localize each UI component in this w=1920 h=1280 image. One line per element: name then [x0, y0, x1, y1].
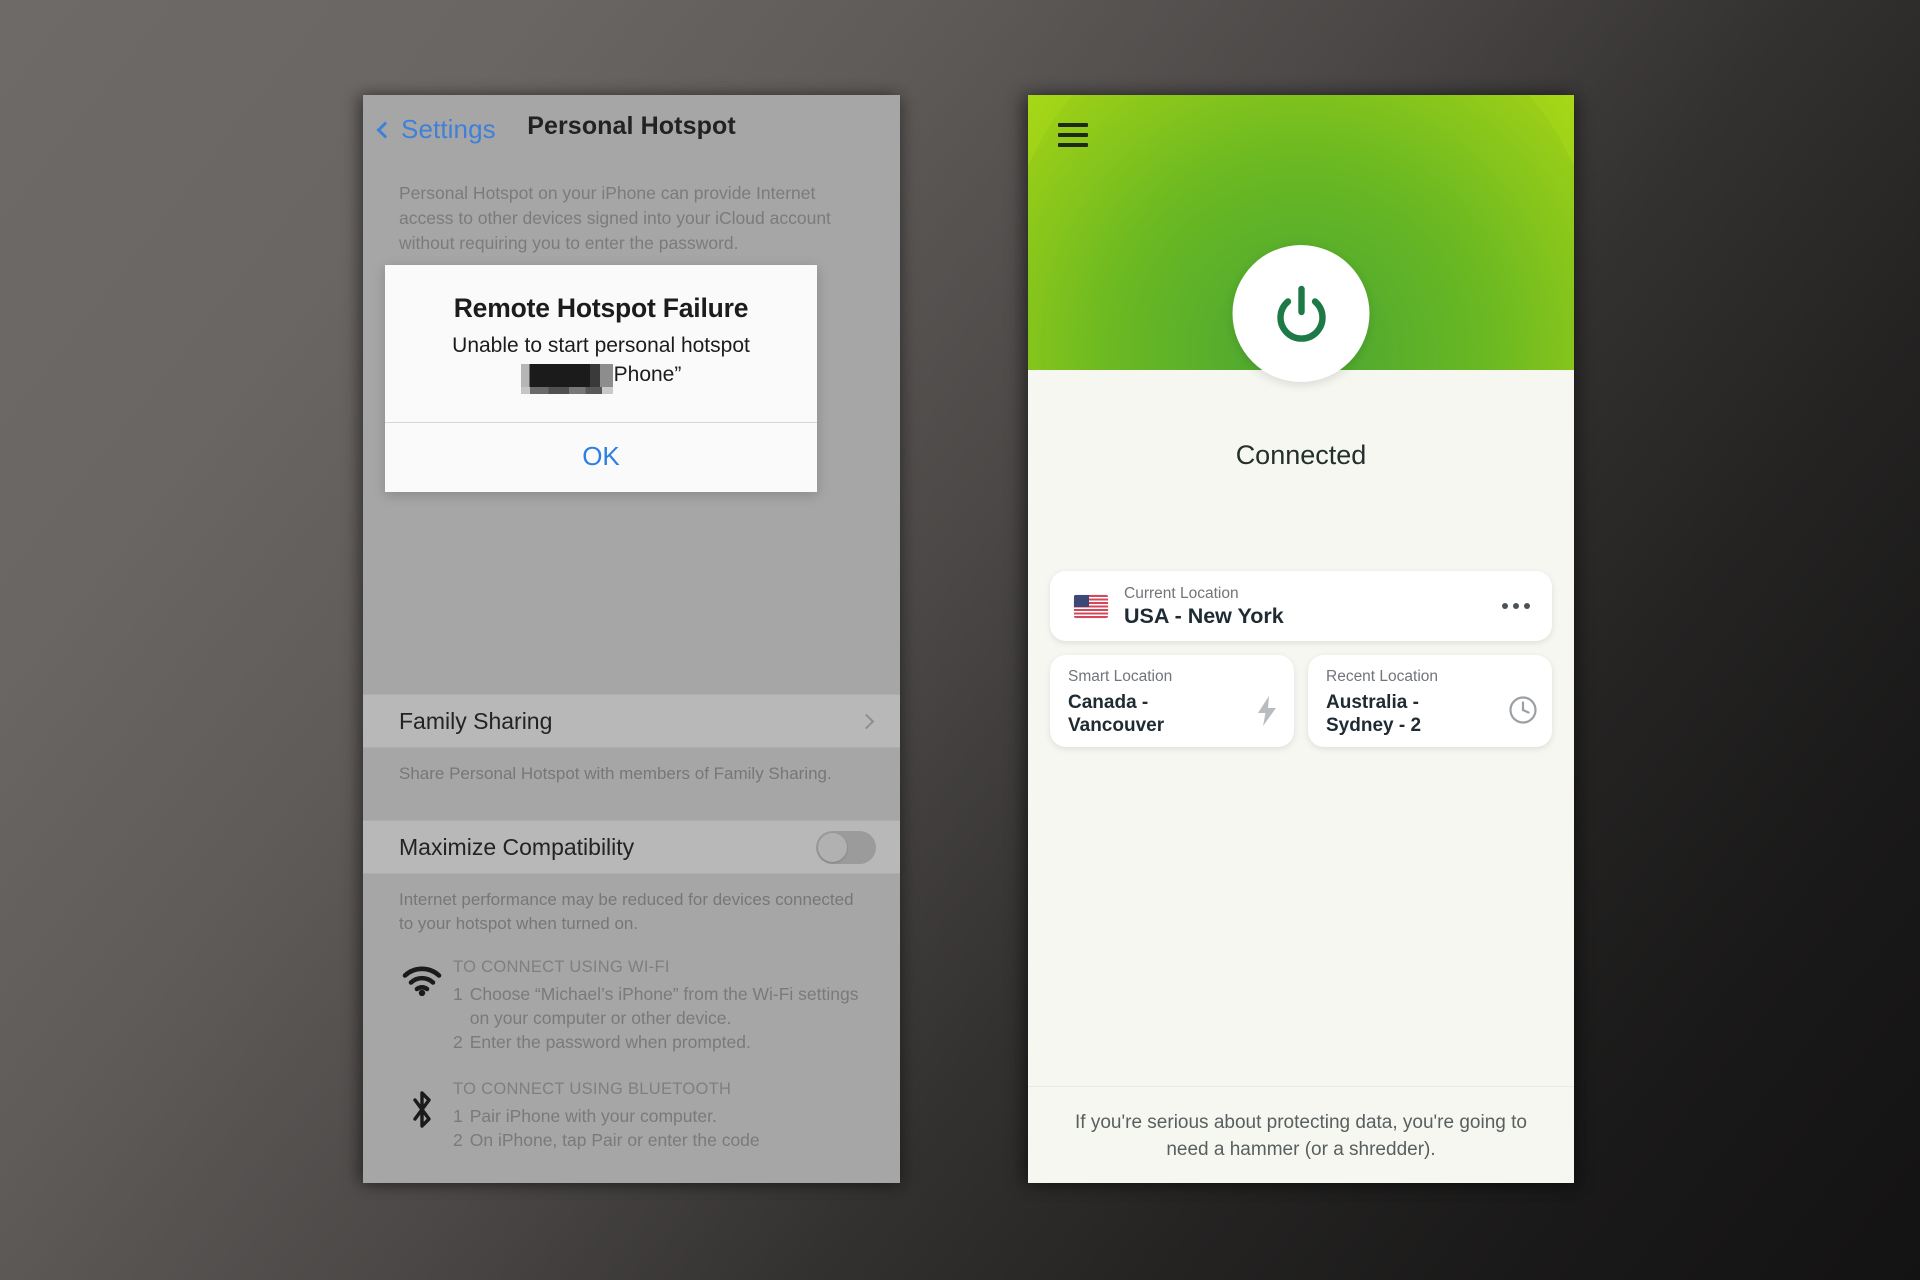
- wifi-step: 2 Enter the password when prompted.: [453, 1030, 872, 1054]
- wifi-instructions-block: TO CONNECT USING WI-FI 1 Choose “Michael…: [363, 958, 900, 1054]
- power-button-icon: [1276, 285, 1326, 342]
- bluetooth-step-text: Pair iPhone with your computer.: [469, 1106, 717, 1126]
- page-title: Personal Hotspot: [527, 112, 736, 140]
- bluetooth-instructions-text: TO CONNECT USING BLUETOOTH 1 Pair iPhone…: [453, 1080, 872, 1152]
- hamburger-menu-icon[interactable]: [1058, 123, 1088, 147]
- bluetooth-instructions-block: TO CONNECT USING BLUETOOTH 1 Pair iPhone…: [363, 1080, 900, 1152]
- vpn-connection-status: Connected: [1235, 440, 1367, 470]
- redacted-device-name: [520, 364, 613, 394]
- wifi-icon: [391, 958, 453, 1054]
- flag-canton: [1074, 594, 1089, 607]
- maximize-compatibility-row[interactable]: Maximize Compatibility: [363, 820, 900, 874]
- alert-body: Remote Hotspot Failure Unable to start p…: [385, 265, 817, 422]
- recent-location-texts: Recent Location Australia - Sydney - 2: [1326, 667, 1451, 737]
- remote-hotspot-failure-alert: Remote Hotspot Failure Unable to start p…: [385, 265, 817, 492]
- vpn-footer-tip: If you're serious about protecting data,…: [1028, 1086, 1574, 1183]
- wifi-step: 1 Choose “Michael’s iPhone” from the Wi-…: [453, 982, 872, 1030]
- maximize-compatibility-section: Maximize Compatibility Internet performa…: [363, 820, 900, 936]
- current-location-texts: Current Location USA - New York: [1124, 584, 1486, 629]
- family-sharing-label: Family Sharing: [399, 707, 553, 734]
- vpn-power-button[interactable]: [1232, 245, 1370, 382]
- current-location-card[interactable]: Current Location USA - New York: [1050, 571, 1552, 641]
- recent-location-label: Recent Location: [1326, 668, 1439, 685]
- bluetooth-step-number: 1: [453, 1106, 463, 1126]
- hamburger-line: [1058, 123, 1088, 127]
- chevron-right-icon: [858, 713, 875, 729]
- clock-icon: [1508, 695, 1538, 730]
- dot: [1513, 603, 1519, 609]
- alert-message-line-2: Phone”: [401, 361, 801, 394]
- maximize-compatibility-footnote: Internet performance may be reduced for …: [399, 890, 854, 933]
- bluetooth-icon: [391, 1080, 453, 1152]
- wifi-step-text: Enter the password when prompted.: [469, 1032, 751, 1052]
- smart-location-value: Canada - Vancouver: [1068, 692, 1165, 736]
- location-shortcut-row: Smart Location Canada - Vancouver Recent…: [1050, 655, 1552, 747]
- dot: [1524, 603, 1530, 609]
- ios-navigation-bar: Settings Personal Hotspot: [363, 95, 900, 163]
- vpn-app-panel: Connected Current Location USA - New Yor…: [1028, 95, 1574, 1183]
- hamburger-line: [1058, 133, 1088, 137]
- bluetooth-step-text: On iPhone, tap Pair or enter the code: [469, 1130, 760, 1150]
- wifi-step-number: 1: [453, 984, 463, 1004]
- smart-location-label: Smart Location: [1068, 668, 1173, 685]
- alert-title: Remote Hotspot Failure: [453, 293, 749, 323]
- vpn-location-cards: Current Location USA - New York Smart Lo…: [1028, 571, 1574, 747]
- bluetooth-heading: TO CONNECT USING BLUETOOTH: [453, 1080, 732, 1098]
- family-sharing-section: Family Sharing Share Personal Hotspot wi…: [363, 694, 900, 786]
- bluetooth-step-number: 2: [453, 1130, 463, 1150]
- alert-message-line-1: Unable to start personal hotspot: [452, 334, 750, 357]
- family-sharing-row[interactable]: Family Sharing: [363, 694, 900, 748]
- wifi-step-number: 2: [453, 1032, 463, 1052]
- smart-location-card[interactable]: Smart Location Canada - Vancouver: [1050, 655, 1294, 747]
- smart-location-texts: Smart Location Canada - Vancouver: [1068, 667, 1188, 737]
- maximize-compatibility-label: Maximize Compatibility: [399, 833, 635, 860]
- alert-message-suffix: Phone”: [613, 363, 682, 386]
- maximize-compatibility-toggle[interactable]: [816, 830, 876, 864]
- toggle-knob: [818, 832, 847, 862]
- bluetooth-step: 2 On iPhone, tap Pair or enter the code: [453, 1128, 872, 1152]
- recent-location-card[interactable]: Recent Location Australia - Sydney - 2: [1308, 655, 1552, 747]
- lightning-bolt-icon: [1254, 695, 1280, 732]
- wifi-heading: TO CONNECT USING WI-FI: [453, 958, 670, 976]
- recent-location-value: Australia - Sydney - 2: [1326, 692, 1422, 736]
- current-location-label: Current Location: [1124, 584, 1239, 602]
- ios-settings-panel: Settings Personal Hotspot Personal Hotsp…: [363, 95, 900, 1183]
- hamburger-line: [1058, 143, 1088, 147]
- alert-ok-button[interactable]: OK: [385, 423, 817, 492]
- bluetooth-step: 1 Pair iPhone with your computer.: [453, 1104, 872, 1128]
- current-location-value: USA - New York: [1124, 603, 1284, 628]
- dot: [1502, 603, 1508, 609]
- family-sharing-footnote: Share Personal Hotspot with members of F…: [399, 764, 832, 783]
- usa-flag-icon: [1074, 594, 1108, 618]
- hotspot-description: Personal Hotspot on your iPhone can prov…: [399, 183, 831, 253]
- wifi-step-text: Choose “Michael’s iPhone” from the Wi-Fi…: [469, 984, 859, 1028]
- more-options-icon[interactable]: [1502, 603, 1530, 609]
- wifi-instructions-text: TO CONNECT USING WI-FI 1 Choose “Michael…: [453, 958, 872, 1054]
